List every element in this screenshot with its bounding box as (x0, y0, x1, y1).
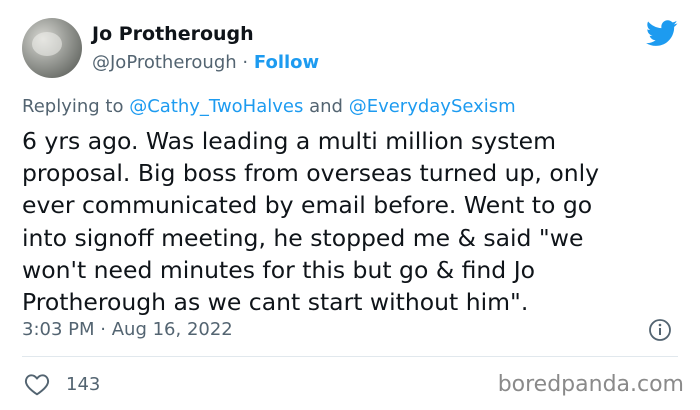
twitter-bird-icon[interactable] (646, 20, 678, 47)
author-name[interactable]: Jo Protherough (92, 22, 319, 46)
mention-link[interactable]: @EverydaySexism (349, 96, 516, 117)
tweet-line: proposal. Big boss from overseas turned … (22, 159, 600, 188)
like-button[interactable]: 143 (24, 370, 100, 398)
tweet-line: into signoff meeting, he stopped me & sa… (22, 223, 584, 252)
meta-separator: · (100, 319, 106, 340)
user-block: Jo Protherough @JoProtherough · Follow (92, 22, 319, 76)
boredpanda-watermark: boredpanda.com (497, 372, 684, 397)
tweet-text: 6 yrs ago. Was leading a multi million s… (22, 125, 682, 318)
like-count: 143 (66, 373, 101, 395)
tweet-date: Aug 16, 2022 (111, 319, 233, 340)
replying-conjunction: and (309, 96, 343, 117)
follow-button[interactable]: Follow (254, 52, 319, 73)
avatar[interactable] (22, 18, 82, 78)
mention-link[interactable]: @Cathy_TwoHalves (129, 96, 303, 117)
replying-to: Replying to @Cathy_TwoHalves and @Everyd… (22, 95, 516, 119)
divider (22, 356, 678, 357)
handle-separator: · (242, 52, 249, 73)
tweet-line: ever communicated by email before. Went … (22, 191, 593, 220)
tweet-line: 6 yrs ago. Was leading a multi million s… (22, 127, 556, 155)
info-icon[interactable] (648, 318, 672, 342)
tweet-line: won't need minutes for this but go & fin… (22, 255, 536, 284)
tweet-time: 3:03 PM (22, 319, 95, 340)
tweet-timestamp[interactable]: 3:03 PM · Aug 16, 2022 (22, 318, 233, 342)
heart-icon[interactable] (24, 372, 50, 396)
tweet-line: Protherough as we cant start without him… (22, 288, 529, 317)
handle-line: @JoProtherough · Follow (92, 50, 319, 76)
tweet-header: Jo Protherough @JoProtherough · Follow (22, 18, 678, 80)
replying-prefix: Replying to (22, 96, 124, 117)
author-handle[interactable]: @JoProtherough (92, 52, 237, 73)
